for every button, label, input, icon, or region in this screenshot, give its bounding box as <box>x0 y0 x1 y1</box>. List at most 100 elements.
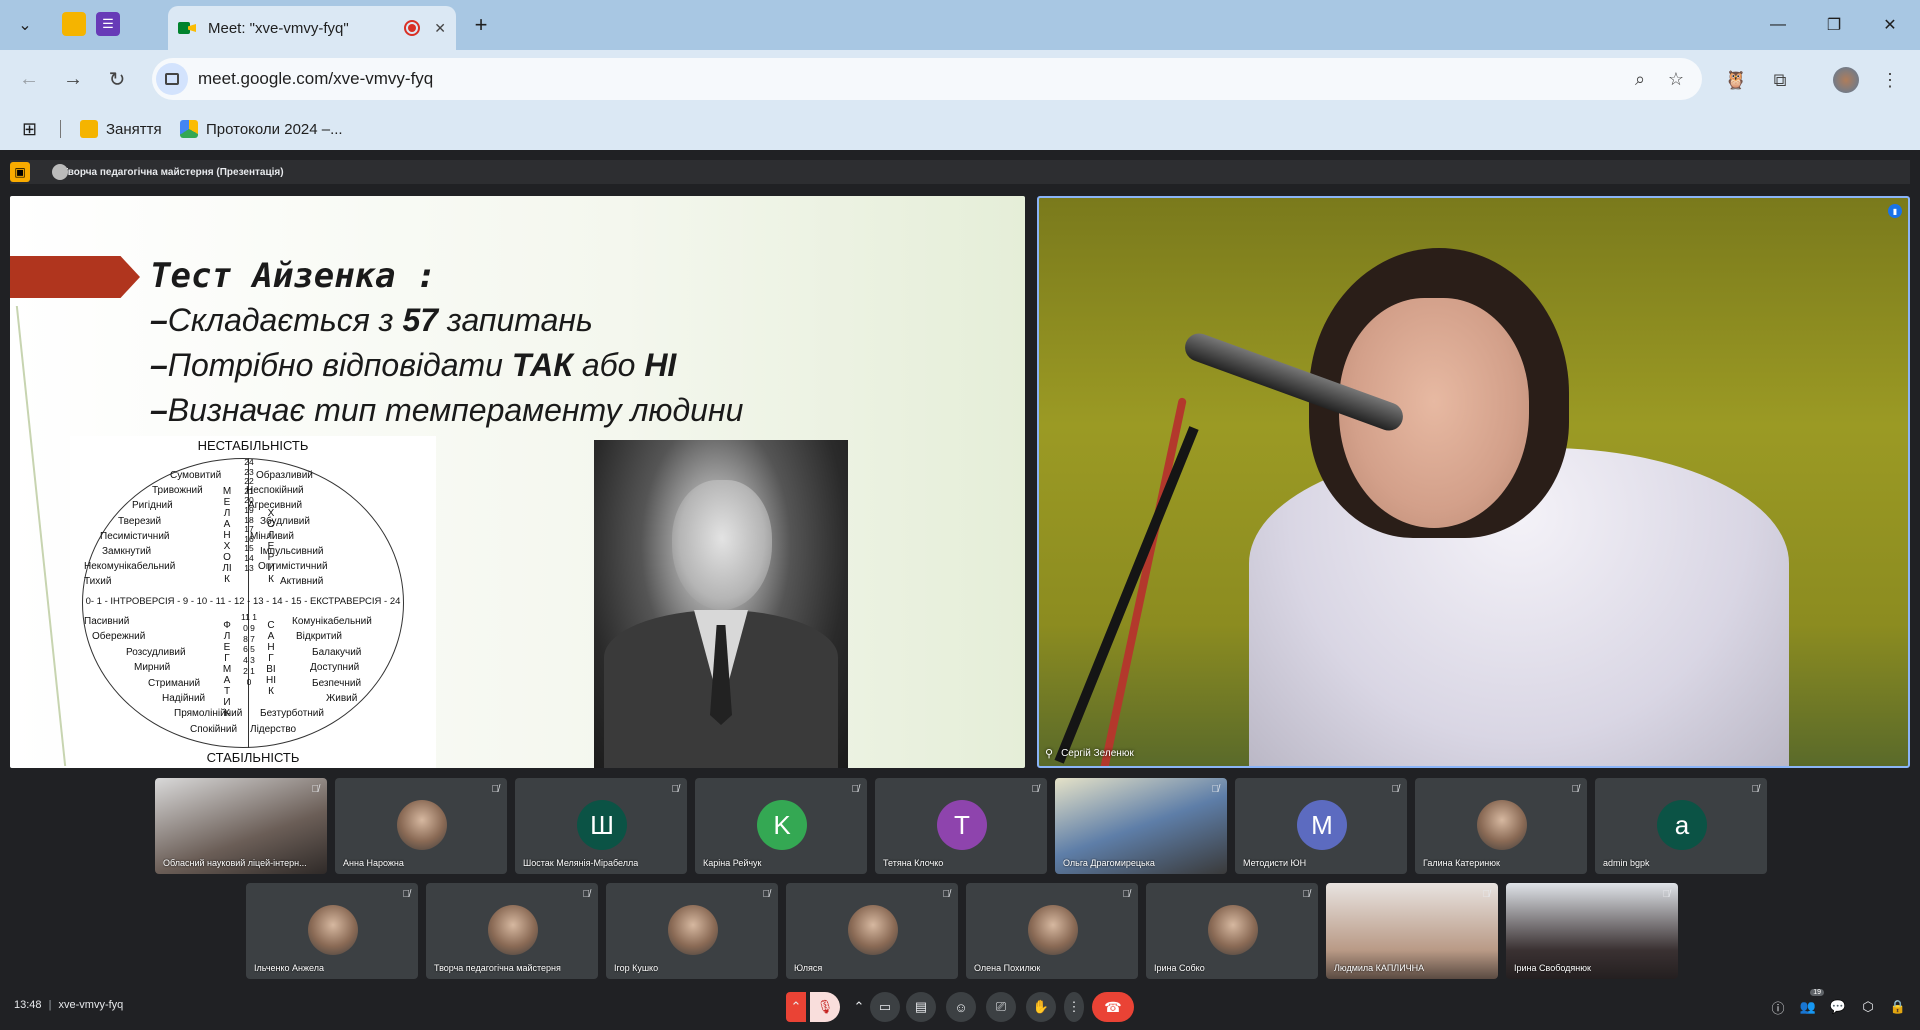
bookmark-star-icon[interactable]: ☆ <box>1658 61 1694 97</box>
participant-tile[interactable]: 🎙̸ Ірина Собко <box>1146 883 1318 979</box>
participant-tile[interactable]: T 🎙̸ Тетяна Клочко <box>875 778 1047 874</box>
participant-tile[interactable]: 🎙̸ Ірина Свободянюк <box>1506 883 1678 979</box>
participant-tile[interactable]: 🎙̸ Ігор Кушко <box>606 883 778 979</box>
participant-tile[interactable]: M 🎙̸ Методисти ЮН <box>1235 778 1407 874</box>
active-speaker-tile[interactable]: ▮ ⚲ Сергій Зеленюк <box>1037 196 1910 768</box>
browser-menu-icon[interactable]: ⋮ <box>1874 64 1906 96</box>
muted-mic-icon: 🎙̸ <box>491 784 500 795</box>
slide-title: Тест Айзенка : <box>150 256 437 296</box>
site-info-icon[interactable] <box>156 63 188 95</box>
meet-stage: ▣ Творча педагогічна майстерня (Презента… <box>0 150 1920 1030</box>
participant-tile[interactable]: 🎙̸ Обласний науковий ліцей-інтерн... <box>155 778 327 874</box>
mic-off-button[interactable]: 🎙 <box>810 992 840 1022</box>
emoji-reaction-button[interactable]: ☺ <box>946 992 976 1022</box>
participant-tile[interactable]: 🎙̸ Ільченко Анжела <box>246 883 418 979</box>
diagram-trait: Активний <box>280 576 324 588</box>
diagram-trait: Надійний <box>162 693 206 704</box>
diagram-trait: Неспокійний <box>246 485 304 497</box>
participant-name: Галина Катеринюк <box>1423 858 1500 868</box>
participant-avatar: Ш <box>577 800 627 850</box>
pinned-tab-forms[interactable]: ☰ <box>96 12 120 36</box>
tab-strip: ⌄ ☰ Meet: "xve-vmvy-fyq" ✕ + — ❐ ✕ <box>0 0 1920 50</box>
pin-icon[interactable]: ⚲ <box>1045 747 1053 760</box>
diagram-bottom-label: СТАБІЛЬНІСТЬ <box>206 750 300 765</box>
muted-mic-icon: 🎙̸ <box>851 784 860 795</box>
diagram-top-label: НЕСТАБІЛЬНІСТЬ <box>197 438 309 453</box>
diagram-trait: Прямолінійний <box>174 708 243 720</box>
raise-hand-button[interactable]: ✋ <box>1026 992 1056 1022</box>
new-tab-button[interactable]: + <box>466 10 496 40</box>
diagram-trait: Ригідний <box>132 500 173 512</box>
diagram-trait: Песимістичний <box>100 530 170 542</box>
minimize-icon[interactable]: — <box>1758 10 1798 40</box>
muted-mic-icon: 🎙̸ <box>942 889 951 900</box>
participant-tile[interactable]: 🎙̸ Анна Нарожна <box>335 778 507 874</box>
close-window-icon[interactable]: ✕ <box>1870 10 1910 40</box>
people-icon[interactable]: 👥 19 <box>1796 989 1824 1019</box>
diagram-trait: Безтурботний <box>260 708 324 720</box>
presenter-avatar <box>52 164 68 180</box>
address-bar[interactable]: meet.google.com/xve-vmvy-fyq ⌕ ☆ <box>152 58 1702 100</box>
diagram-trait: Замкнутий <box>102 546 152 557</box>
restore-icon[interactable]: ❐ <box>1814 10 1854 40</box>
diagram-trait: Тривожний <box>152 485 203 497</box>
forward-icon[interactable]: → <box>58 64 88 94</box>
participant-name: Обласний науковий ліцей-інтерн... <box>163 858 307 868</box>
muted-mic-icon: 🎙̸ <box>1031 784 1040 795</box>
diagram-trait: Некомунікабельний <box>84 561 176 573</box>
diagram-trait: Обережний <box>92 631 146 643</box>
zoom-icon[interactable]: ⌕ <box>1622 61 1658 97</box>
diagram-trait: Відкритий <box>296 631 343 643</box>
slide-arrow-decoration <box>10 256 140 298</box>
video-options-chevron-icon[interactable]: ⌃ <box>848 992 870 1022</box>
apps-grid-icon[interactable]: ⊞ <box>22 116 37 142</box>
bookmarks-bar: ⊞ Заняття Протоколи 2024 –... <box>0 108 1920 150</box>
activities-icon[interactable]: ⬡ <box>1856 995 1880 1019</box>
reload-icon[interactable]: ↻ <box>102 64 132 94</box>
extension-owl-icon[interactable]: 🦉 <box>1720 64 1752 96</box>
tab-close-icon[interactable]: ✕ <box>434 20 446 37</box>
participant-tile[interactable]: 🎙̸ Ольга Драгомирецька <box>1055 778 1227 874</box>
present-screen-button[interactable]: ⎚ <box>986 992 1016 1022</box>
participant-tile[interactable]: 🎙̸ Людмила КАПЛИЧНА <box>1326 883 1498 979</box>
diagram-trait: Образливий <box>256 470 313 481</box>
participant-tile[interactable]: 🎙̸ Олена Похилюк <box>966 883 1138 979</box>
camera-button[interactable]: ▭ <box>870 992 900 1022</box>
participant-tile[interactable]: 🎙̸ Творча педагогічна майстерня <box>426 883 598 979</box>
participant-avatar: T <box>937 800 987 850</box>
slide-bullet-2: –Потрібно відповідати ТАК або НІ <box>150 347 677 383</box>
diagram-trait: Живий <box>326 693 358 704</box>
muted-mic-icon: 🎙̸ <box>1751 784 1760 795</box>
diagram-melancholic: МЕЛАНХОЛІК <box>222 486 232 585</box>
bookmark-protocols[interactable]: Протоколи 2024 –... <box>180 116 343 142</box>
meeting-details-icon[interactable]: ⓘ <box>1766 995 1790 1019</box>
diagram-trait: Лідерство <box>250 723 297 735</box>
captions-button[interactable]: ▤ <box>906 992 936 1022</box>
leave-call-button[interactable]: ☎ <box>1092 992 1134 1022</box>
tab-search-chevron-icon[interactable]: ⌄ <box>10 10 40 40</box>
pinned-tab-classroom[interactable] <box>62 12 86 36</box>
participant-tile[interactable]: K 🎙̸ Каріна Рейчук <box>695 778 867 874</box>
participant-avatar <box>1477 800 1527 850</box>
browser-toolbar: ← → ↻ meet.google.com/xve-vmvy-fyq ⌕ ☆ 🦉… <box>0 50 1920 108</box>
participant-tile[interactable]: Ш 🎙̸ Шостак Мелянія-Мірабелла <box>515 778 687 874</box>
participant-tile[interactable]: 🎙̸ Юляся <box>786 883 958 979</box>
audio-options-chevron-icon[interactable]: ⌃ <box>786 992 806 1022</box>
diagram-trait: Безпечний <box>312 677 362 689</box>
drive-icon <box>180 120 198 138</box>
extensions-puzzle-icon[interactable]: ⧉ <box>1764 64 1796 96</box>
bookmark-classes[interactable]: Заняття <box>80 116 162 142</box>
presented-slide: Тест Айзенка : –Складається з 57 запитан… <box>10 196 1025 768</box>
profile-avatar[interactable] <box>1830 64 1862 96</box>
active-tab[interactable]: Meet: "xve-vmvy-fyq" ✕ <box>168 6 456 50</box>
host-controls-icon[interactable]: 🔒 <box>1886 995 1910 1019</box>
more-options-button[interactable]: ⋮ <box>1064 992 1084 1022</box>
participant-tile[interactable]: 🎙̸ Галина Катеринюк <box>1415 778 1587 874</box>
back-icon[interactable]: ← <box>14 64 44 94</box>
diagram-trait: Доступний <box>310 662 360 674</box>
slide-bullet-1: –Складається з 57 запитань <box>150 302 593 338</box>
tab-title: Meet: "xve-vmvy-fyq" <box>208 19 349 37</box>
participant-tile[interactable]: a 🎙̸ admin bgpk <box>1595 778 1767 874</box>
chat-icon[interactable]: 💬 <box>1826 995 1850 1019</box>
muted-mic-icon: 🎙̸ <box>1391 784 1400 795</box>
